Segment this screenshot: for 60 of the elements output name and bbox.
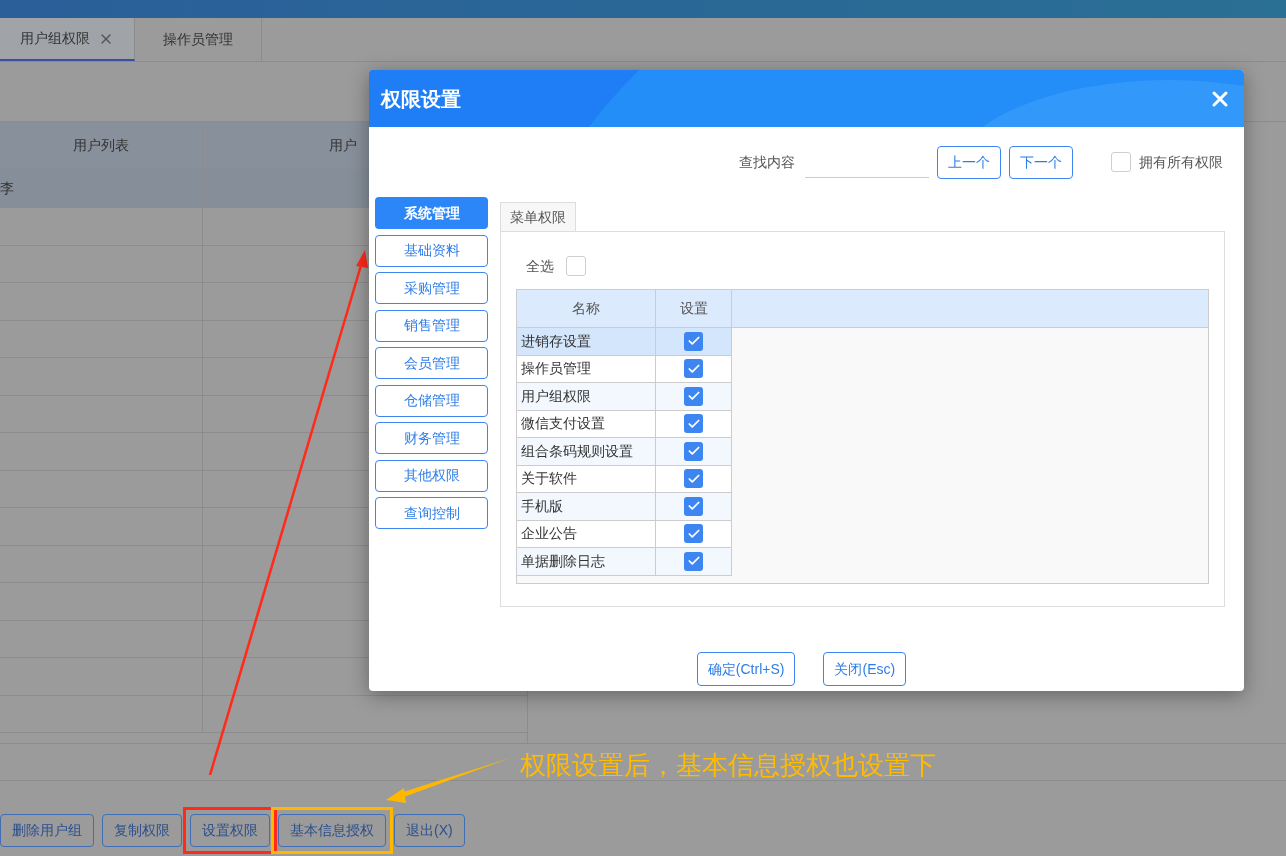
toolbar-button[interactable]: 设置权限: [190, 814, 270, 847]
checkbox[interactable]: [684, 386, 703, 406]
table-cell-text: 微信支付设置: [521, 414, 605, 434]
checkbox[interactable]: [684, 496, 703, 516]
table-cell-text: 进销存设置: [521, 331, 591, 351]
grid-row[interactable]: 微信支付设置: [517, 410, 732, 438]
grid-row[interactable]: 关于软件: [517, 465, 732, 493]
grid-row[interactable]: 组合条码规则设置: [517, 438, 732, 466]
table-cell-text: 李: [0, 179, 14, 198]
table-cell-text: 手机版: [521, 496, 563, 516]
grid-row[interactable]: 进销存设置: [517, 328, 732, 356]
category-button[interactable]: 销售管理: [375, 309, 488, 342]
checkbox[interactable]: [684, 469, 703, 489]
dialog-title: 权限设置: [381, 86, 461, 112]
category-button[interactable]: 系统管理: [375, 197, 488, 229]
table-cell-text: 单据删除日志: [521, 551, 605, 571]
panel-tab[interactable]: 菜单权限: [500, 202, 576, 231]
checkbox[interactable]: [684, 524, 703, 544]
column-header: 用户列表: [0, 122, 203, 169]
toolbar-button[interactable]: 退出(X): [394, 814, 465, 847]
table-cell-text: 操作员管理: [521, 359, 591, 379]
search-label: 查找内容: [739, 152, 795, 172]
toolbar-button[interactable]: 删除用户组: [0, 814, 94, 847]
checkbox[interactable]: [1111, 152, 1131, 172]
table-cell-text: 关于软件: [521, 469, 577, 489]
category-button[interactable]: 财务管理: [375, 422, 488, 454]
tab[interactable]: 用户组权限: [0, 18, 135, 61]
column-header: 用户: [329, 136, 357, 155]
tab[interactable]: 操作员管理: [135, 18, 262, 61]
category-button[interactable]: 采购管理: [375, 272, 488, 304]
grid-row[interactable]: 操作员管理: [517, 355, 732, 383]
category-button[interactable]: 查询控制: [375, 497, 488, 529]
previous-button[interactable]: 上一个: [937, 145, 1001, 179]
column-header: 设置: [656, 290, 732, 327]
grid-row[interactable]: 单据删除日志: [517, 548, 732, 576]
category-button[interactable]: 仓储管理: [375, 384, 488, 417]
grid-row[interactable]: 企业公告: [517, 520, 732, 548]
checkbox-label: 拥有所有权限: [1139, 152, 1223, 172]
toolbar-button[interactable]: 复制权限: [102, 814, 182, 847]
select-all-label: 全选: [526, 256, 554, 276]
category-button[interactable]: 基础资料: [375, 234, 488, 267]
category-button[interactable]: 其他权限: [375, 459, 488, 492]
checkbox[interactable]: [684, 551, 703, 571]
checkbox[interactable]: [566, 256, 586, 276]
checkbox[interactable]: [684, 441, 703, 461]
dialog-button[interactable]: 确定(Ctrl+S): [696, 652, 796, 686]
grid-row[interactable]: 用户组权限: [517, 383, 732, 411]
annotation-text: 权限设置后，基本信息授权也设置下: [520, 749, 936, 782]
checkbox[interactable]: [684, 331, 703, 351]
table-cell-text: 企业公告: [521, 524, 577, 544]
table-cell-text: 组合条码规则设置: [521, 441, 633, 461]
column-header: 名称: [517, 290, 656, 327]
table-cell-text: 用户组权限: [521, 386, 591, 406]
category-button[interactable]: 会员管理: [375, 347, 488, 379]
checkbox[interactable]: [684, 359, 703, 379]
dialog-button[interactable]: 关闭(Esc): [823, 652, 907, 686]
grid-row[interactable]: 手机版: [517, 493, 732, 521]
next-button[interactable]: 下一个: [1009, 145, 1073, 179]
toolbar-button[interactable]: 基本信息授权: [278, 814, 386, 847]
checkbox[interactable]: [684, 414, 703, 434]
